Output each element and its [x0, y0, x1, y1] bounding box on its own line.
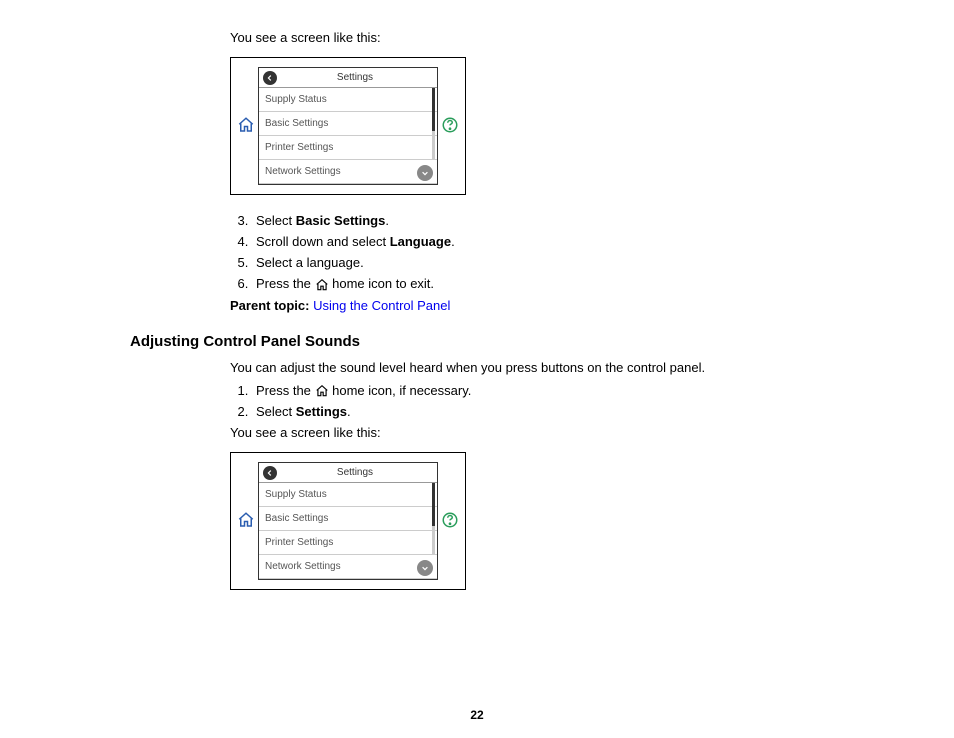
- step-item: Select Basic Settings.: [252, 213, 874, 228]
- figure-title: Settings: [277, 72, 433, 83]
- section-intro: You can adjust the sound level heard whe…: [230, 360, 874, 375]
- figure-row: Supply Status: [259, 88, 437, 112]
- figure-row: Printer Settings: [259, 136, 437, 160]
- home-icon: [237, 116, 255, 137]
- steps-list-b: Press the home icon, if necessary. Selec…: [230, 383, 874, 420]
- help-icon: [441, 511, 459, 532]
- step-item: Select Settings.: [252, 404, 874, 419]
- home-icon: [237, 511, 255, 532]
- back-icon: [263, 71, 277, 85]
- step-item: Scroll down and select Language.: [252, 234, 874, 249]
- chevron-down-icon: [417, 165, 433, 181]
- chevron-down-icon: [417, 560, 433, 576]
- figure-panel: Settings Supply Status Basic Settings Pr…: [258, 67, 438, 185]
- section-heading: Adjusting Control Panel Sounds: [130, 333, 874, 350]
- help-icon: [441, 116, 459, 137]
- figure-2-container: Settings Supply Status Basic Settings Pr…: [230, 452, 874, 590]
- figure-1-container: Settings Supply Status Basic Settings Pr…: [230, 57, 874, 195]
- back-icon: [263, 466, 277, 480]
- intro-text-1: You see a screen like this:: [230, 30, 874, 45]
- scroll-indicator: [432, 88, 435, 160]
- figure-1: Settings Supply Status Basic Settings Pr…: [230, 57, 466, 195]
- step-item: Press the home icon to exit.: [252, 276, 874, 292]
- scroll-indicator: [432, 483, 435, 555]
- figure-row: Basic Settings: [259, 112, 437, 136]
- step-item: Select a language.: [252, 255, 874, 270]
- figure-header: Settings: [259, 463, 437, 483]
- parent-topic: Parent topic: Using the Control Panel: [230, 298, 874, 313]
- home-icon: [315, 278, 329, 292]
- figure-row: Basic Settings: [259, 507, 437, 531]
- figure-row: Printer Settings: [259, 531, 437, 555]
- figure-2: Settings Supply Status Basic Settings Pr…: [230, 452, 466, 590]
- intro-text-2: You see a screen like this:: [230, 425, 874, 440]
- steps-list-a: Select Basic Settings. Scroll down and s…: [230, 213, 874, 292]
- parent-topic-link[interactable]: Using the Control Panel: [313, 298, 450, 313]
- figure-title: Settings: [277, 467, 433, 478]
- figure-row: Network Settings: [259, 555, 437, 579]
- figure-row: Network Settings: [259, 160, 437, 184]
- figure-panel: Settings Supply Status Basic Settings Pr…: [258, 462, 438, 580]
- step-item: Press the home icon, if necessary.: [252, 383, 874, 399]
- parent-topic-label: Parent topic:: [230, 298, 313, 313]
- home-icon: [315, 384, 329, 398]
- figure-row: Supply Status: [259, 483, 437, 507]
- page-number: 22: [0, 708, 954, 722]
- figure-header: Settings: [259, 68, 437, 88]
